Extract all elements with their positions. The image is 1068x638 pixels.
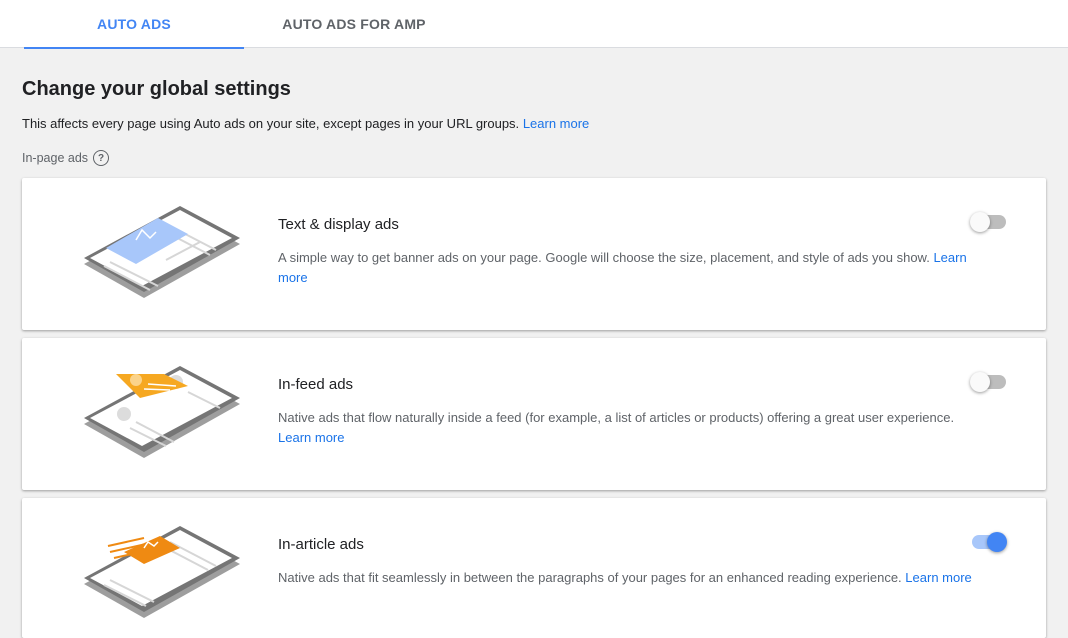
text-display-ads-toggle[interactable] <box>970 212 1006 232</box>
tab-auto-ads[interactable]: AUTO ADS <box>24 0 244 49</box>
card-description: Native ads that fit seamlessly in betwee… <box>278 568 988 588</box>
toggle-knob <box>987 532 1007 552</box>
tab-auto-ads-for-amp[interactable]: AUTO ADS FOR AMP <box>244 0 464 48</box>
card-in-feed-ads: In-feed ads Native ads that flow natural… <box>22 338 1046 490</box>
card-description-text: A simple way to get banner ads on your p… <box>278 250 930 265</box>
card-learn-more-link[interactable]: Learn more <box>905 570 971 585</box>
page-subtitle: This affects every page using Auto ads o… <box>22 116 589 131</box>
text-display-ads-illustration-icon <box>84 206 240 298</box>
card-learn-more-link[interactable]: Learn more <box>278 430 344 445</box>
help-circle-icon[interactable]: ? <box>93 150 110 166</box>
in-article-ads-toggle[interactable] <box>970 532 1007 552</box>
card-description: A simple way to get banner ads on your p… <box>278 248 988 288</box>
section-label-text: In-page ads <box>22 151 89 165</box>
page-subtitle-text: This affects every page using Auto ads o… <box>22 116 520 131</box>
in-feed-ads-illustration-icon <box>84 366 240 458</box>
toggle-knob <box>970 372 990 392</box>
tab-bar: AUTO ADS AUTO ADS FOR AMP <box>0 0 1068 49</box>
card-title: Text & display ads <box>278 216 399 233</box>
card-description-text: Native ads that flow naturally inside a … <box>278 410 955 425</box>
card-description-text: Native ads that fit seamlessly in betwee… <box>278 570 902 585</box>
toggle-knob <box>970 212 990 232</box>
subtitle-learn-more-link[interactable]: Learn more <box>523 116 589 131</box>
card-title: In-feed ads <box>278 376 354 393</box>
in-feed-ads-toggle[interactable] <box>970 372 1006 392</box>
card-in-article-ads: In-article ads Native ads that fit seaml… <box>22 498 1046 638</box>
card-title: In-article ads <box>278 536 364 553</box>
card-text-display-ads: Text & display ads A simple way to get b… <box>22 178 1046 330</box>
card-description: Native ads that flow naturally inside a … <box>278 408 988 448</box>
in-article-ads-illustration-icon <box>84 526 240 618</box>
section-label: In-page ads ? <box>22 150 110 166</box>
page-title: Change your global settings <box>22 78 291 100</box>
